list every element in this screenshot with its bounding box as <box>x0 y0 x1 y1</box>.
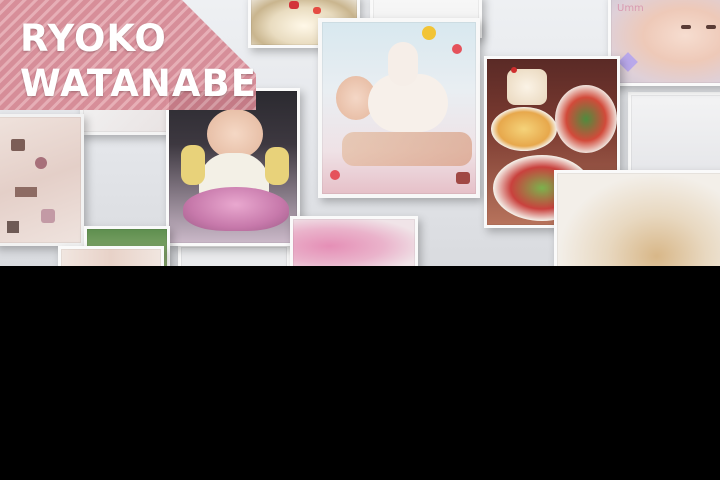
photo-blurry-right <box>554 170 720 266</box>
photo-sticker-strip <box>58 246 164 266</box>
letterbox-black-area <box>0 266 720 480</box>
photo-baby-chair <box>166 88 300 246</box>
photo-notebook <box>0 114 84 246</box>
photo-pink-bottom <box>290 216 418 266</box>
photo-baby-face-top-right: Umm <box>608 0 720 86</box>
photo-baby-lying <box>318 18 480 198</box>
photo-collage: Umm RYOKO WATANABE <box>0 0 720 266</box>
photo-label-umm: Umm <box>617 3 644 14</box>
photo-tile-center-back <box>178 244 290 266</box>
title-overlay: RYOKO WATANABE <box>0 0 260 110</box>
name-first: RYOKO <box>20 17 167 60</box>
name-last: WATANABE <box>20 62 257 105</box>
photo-tile-right-mid <box>628 92 720 174</box>
